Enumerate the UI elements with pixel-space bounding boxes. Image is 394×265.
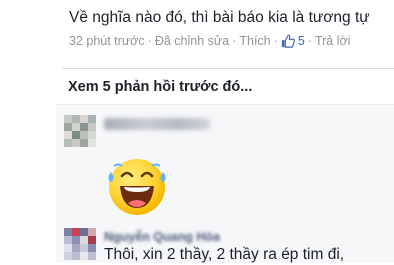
pixelated-avatar-image	[64, 228, 96, 260]
divider	[62, 68, 394, 69]
like-count: 5	[297, 34, 305, 48]
meta-separator: ·	[147, 34, 152, 48]
comment-text: Về nghĩa nào đó, thì bài báo kia là tươn…	[69, 9, 370, 26]
thumbs-up-icon	[281, 34, 295, 48]
laughing-tears-emoji-icon	[108, 159, 166, 215]
reply-avatar[interactable]	[64, 228, 96, 260]
edited-link[interactable]: Đã chỉnh sửa	[155, 34, 229, 48]
reply-avatar[interactable]	[64, 115, 96, 147]
meta-separator: ·	[232, 34, 237, 48]
reply-text: Thôi, xin 2 thầy, 2 thầy ra ép tim đi,	[104, 246, 345, 263]
comment-meta-row: 32 phút trước · Đã chỉnh sửa · Thích · 5…	[69, 34, 390, 48]
like-count-link[interactable]: 5	[281, 34, 305, 48]
reply-author-name-blurred[interactable]	[104, 118, 210, 130]
view-previous-replies-link[interactable]: Xem 5 phản hồi trước đó...	[68, 79, 252, 95]
pixelated-avatar-image	[64, 115, 96, 147]
like-button[interactable]: Thích	[239, 34, 270, 48]
reply-button[interactable]: Trả lời	[315, 34, 351, 48]
meta-separator: ·	[307, 34, 312, 48]
reply-author-name[interactable]: Nguyễn Quang Hòa	[104, 230, 254, 244]
top-comment: Về nghĩa nào đó, thì bài báo kia là tươn…	[69, 8, 390, 48]
comment-timestamp-link[interactable]: 32 phút trước	[69, 34, 145, 48]
meta-separator: ·	[273, 34, 278, 48]
